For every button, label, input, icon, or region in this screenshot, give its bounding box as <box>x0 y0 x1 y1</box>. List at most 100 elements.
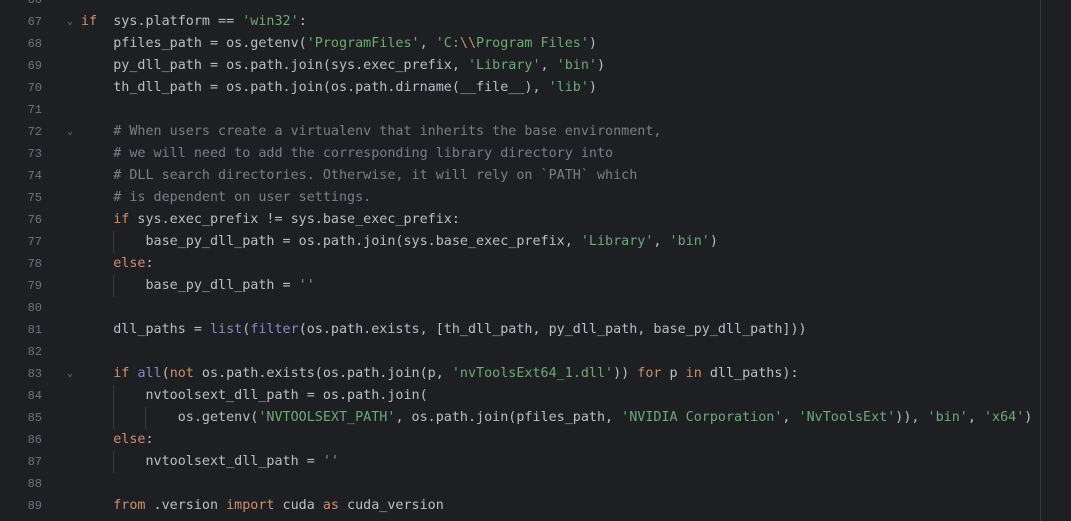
code-line[interactable]: 72 ⌄ # When users create a virtualenv tha… <box>0 121 1071 143</box>
code-token: os.getenv( <box>81 410 259 425</box>
code-text[interactable]: # DLL search directories. Otherwise, it … <box>81 165 637 187</box>
code-token: # When users create a virtualenv that in… <box>81 124 662 139</box>
code-token: ( <box>161 366 170 381</box>
code-token: ) <box>596 58 606 73</box>
code-token: as <box>322 498 339 513</box>
code-line[interactable]: 85 os.getenv('NVTOOLSEXT_PATH', os.path.… <box>0 407 1071 429</box>
line-number: 80 <box>27 301 42 315</box>
code-token: p <box>661 366 686 381</box>
code-line[interactable]: 89 from .version import cuda as cuda_ver… <box>0 495 1071 517</box>
line-number: 66 <box>27 0 42 7</box>
code-token: pfiles_path = os.getenv( <box>81 36 307 51</box>
line-number: 88 <box>27 477 42 491</box>
code-line[interactable]: 81 dll_paths = list(filter(os.path.exist… <box>0 319 1071 341</box>
code-text[interactable]: dll_paths = list(filter(os.path.exists, … <box>81 319 806 341</box>
code-line[interactable]: 80 <box>0 297 1071 319</box>
line-number: 71 <box>27 103 42 117</box>
code-text[interactable]: # is dependent on user settings. <box>81 187 371 209</box>
code-text[interactable]: os.getenv('NVTOOLSEXT_PATH', os.path.joi… <box>81 407 1033 429</box>
code-line[interactable]: 83 ⌄ if all(not os.path.exists(os.path.jo… <box>0 363 1071 385</box>
code-text[interactable]: else: <box>81 429 153 451</box>
line-number: 72 <box>27 125 42 139</box>
code-line[interactable]: 70 th_dll_path = os.path.join(os.path.di… <box>0 77 1071 99</box>
code-text[interactable]: if all(not os.path.exists(os.path.join(p… <box>81 363 799 385</box>
fold-chevron-icon[interactable]: ⌄ <box>64 363 76 385</box>
code-line[interactable]: 77 base_py_dll_path = os.path.join(sys.b… <box>0 231 1071 253</box>
line-number: 81 <box>27 323 42 337</box>
code-line[interactable]: 71 <box>0 99 1071 121</box>
code-line[interactable]: 74 # DLL search directories. Otherwise, … <box>0 165 1071 187</box>
code-text[interactable]: nvtoolsext_dll_path = os.path.join( <box>81 385 427 407</box>
code-token: ) <box>588 80 597 95</box>
code-line[interactable]: 86 else: <box>0 429 1071 451</box>
line-number: 73 <box>27 147 42 161</box>
code-text[interactable]: th_dll_path = os.path.join(os.path.dirna… <box>81 77 597 99</box>
code-token: sys.exec_prefix != sys.base_exec_prefix: <box>129 212 460 227</box>
code-token: 'ProgramFiles' <box>306 36 420 51</box>
code-line[interactable]: 73 # we will need to add the correspondi… <box>0 143 1071 165</box>
code-line[interactable]: 66 <box>0 0 1071 11</box>
line-number: 86 <box>27 433 42 447</box>
code-token: 'bin' <box>669 234 710 249</box>
code-token: 'bin' <box>927 410 968 425</box>
code-line[interactable]: 69 py_dll_path = os.path.join(sys.exec_p… <box>0 55 1071 77</box>
code-token: )) <box>613 366 630 381</box>
code-token: 'C: <box>435 36 460 51</box>
code-token: cuda_version <box>339 498 444 513</box>
code-token: dll_paths = <box>81 322 210 337</box>
code-token: .version <box>145 498 227 513</box>
code-token: not <box>169 366 194 381</box>
code-token: '' <box>322 454 339 469</box>
code-text[interactable]: pfiles_path = os.getenv('ProgramFiles', … <box>81 33 597 55</box>
code-text[interactable]: # When users create a virtualenv that in… <box>81 121 661 143</box>
code-token: else <box>81 256 146 271</box>
code-line[interactable]: 76 if sys.exec_prefix != sys.base_exec_p… <box>0 209 1071 231</box>
code-text[interactable]: base_py_dll_path = '' <box>81 275 314 297</box>
code-line[interactable]: 79 base_py_dll_path = '' <box>0 275 1071 297</box>
code-token: , <box>419 36 436 51</box>
code-token: : <box>145 256 154 271</box>
code-token: 'nvToolsExt64_1.dll' <box>451 366 614 381</box>
code-line[interactable]: 78 else: <box>0 253 1071 275</box>
code-token: ) <box>1024 410 1033 425</box>
code-token: 'Library' <box>580 234 654 249</box>
code-token: \\ <box>459 36 477 51</box>
code-text[interactable]: py_dll_path = os.path.join(sys.exec_pref… <box>81 55 605 77</box>
code-line[interactable]: 84 nvtoolsext_dll_path = os.path.join( <box>0 385 1071 407</box>
line-number: 74 <box>27 169 42 183</box>
code-line[interactable]: 68 pfiles_path = os.getenv('ProgramFiles… <box>0 33 1071 55</box>
code-token: ) <box>709 234 718 249</box>
code-text[interactable]: nvtoolsext_dll_path = '' <box>81 451 339 473</box>
line-number: 79 <box>27 279 42 293</box>
code-line[interactable]: 67 ⌄ if sys.platform == 'win32': <box>0 11 1071 33</box>
code-token: os.path.exists(os.path.join(p, <box>193 366 452 381</box>
indent-guide <box>113 231 114 253</box>
code-token: 'Library' <box>467 58 541 73</box>
code-line[interactable]: 75 # is dependent on user settings. <box>0 187 1071 209</box>
code-line[interactable]: 88 <box>0 473 1071 495</box>
code-text[interactable]: if sys.exec_prefix != sys.base_exec_pref… <box>81 209 460 231</box>
code-text[interactable]: # we will need to add the corresponding … <box>81 143 613 165</box>
code-line[interactable]: 82 <box>0 341 1071 363</box>
code-editor[interactable]: 66 67 ⌄ if sys.platform == 'win32': 68 pfile… <box>0 0 1071 521</box>
code-token: 'win32' <box>242 14 299 29</box>
code-text[interactable]: if sys.platform == 'win32': <box>81 11 307 33</box>
code-token: if <box>81 14 98 29</box>
indent-guide <box>113 451 114 473</box>
code-token: else <box>81 432 146 447</box>
code-text[interactable]: base_py_dll_path = os.path.join(sys.base… <box>81 231 718 253</box>
code-text[interactable]: from .version import cuda as cuda_versio… <box>81 495 444 517</box>
code-token: 'NVIDIA Corporation' <box>621 410 783 425</box>
code-token: , os.path.join(pfiles_path, <box>395 410 622 425</box>
code-token: if <box>81 212 130 227</box>
line-number: 76 <box>27 213 42 227</box>
line-number: 89 <box>27 499 42 513</box>
code-text[interactable]: else: <box>81 253 154 275</box>
code-line[interactable]: 87 nvtoolsext_dll_path = '' <box>0 451 1071 473</box>
code-token: dll_paths): <box>701 366 799 381</box>
fold-chevron-icon[interactable]: ⌄ <box>64 121 76 143</box>
indent-guide <box>113 385 114 429</box>
fold-chevron-icon[interactable]: ⌄ <box>64 11 76 33</box>
code-token: , <box>967 410 984 425</box>
code-token: , <box>782 410 799 425</box>
